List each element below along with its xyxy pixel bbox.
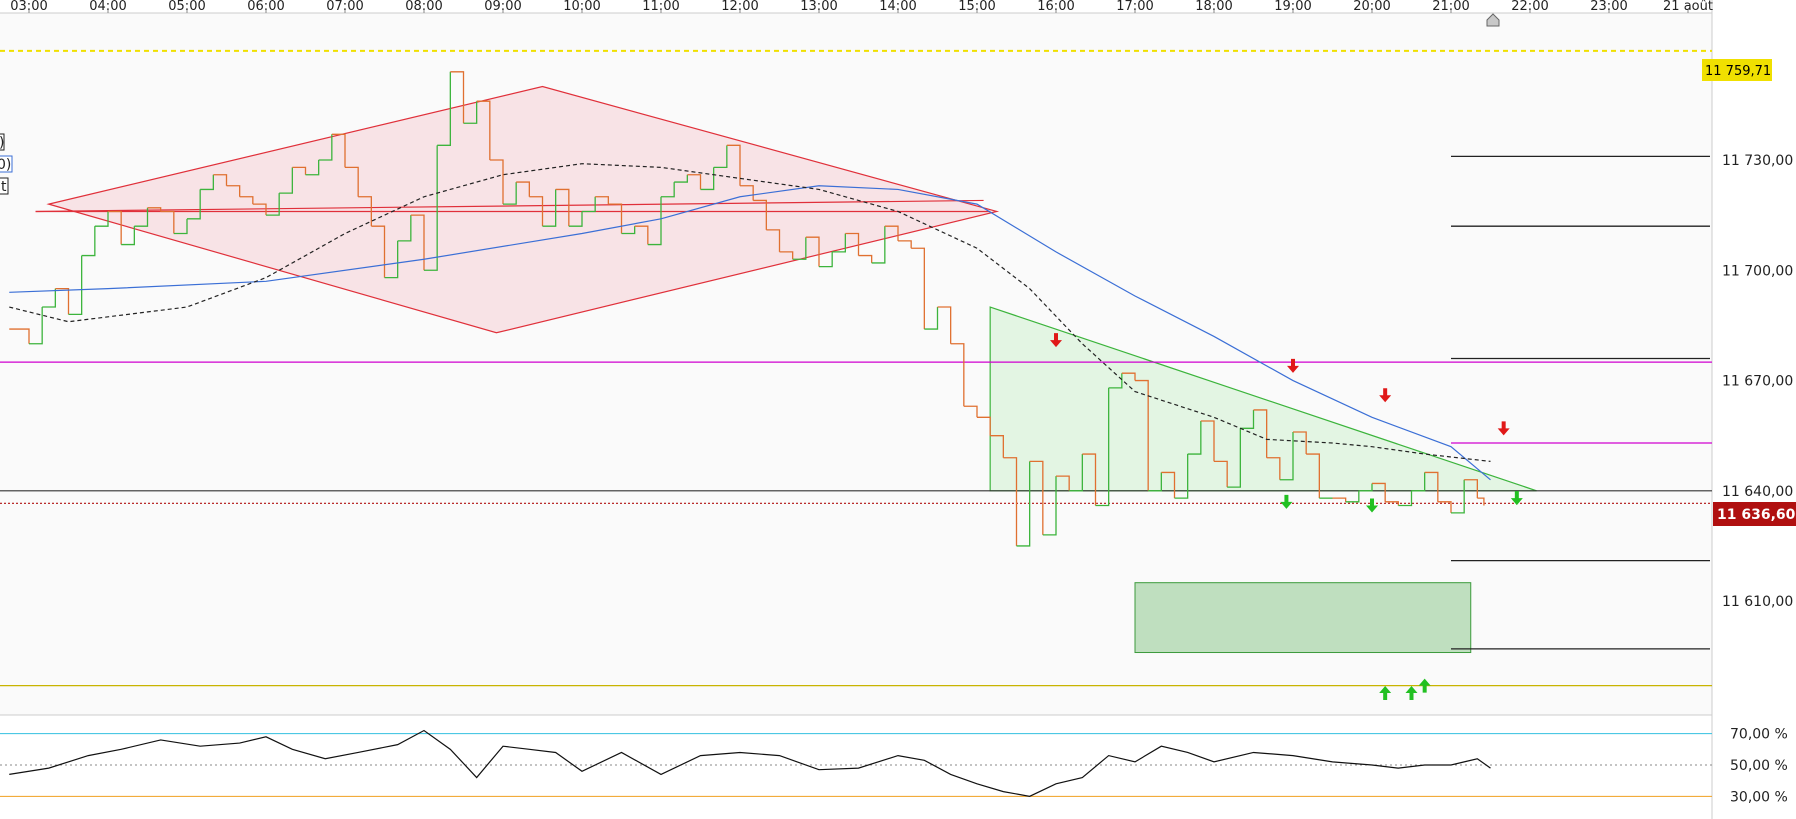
oscillator-tick-label: 70,00 %	[1730, 727, 1788, 743]
time-tick-label: 14:00	[879, 0, 916, 14]
time-tick-label: 16:00	[1037, 0, 1074, 14]
time-tick-label: 18:00	[1195, 0, 1232, 14]
right-axis-bg	[1712, 0, 1796, 819]
price-tick-label: 11 700,00	[1722, 263, 1793, 279]
time-tick-label: 12:00	[721, 0, 758, 14]
time-tick-label: 13:00	[800, 0, 837, 14]
time-tick-label: 21 août	[1663, 0, 1713, 14]
price-tick-label: 11 670,00	[1722, 374, 1793, 390]
high-level-label: 11 759,71	[1705, 64, 1771, 79]
time-tick-label: 09:00	[484, 0, 521, 14]
current-price-label: 11 636,60	[1717, 507, 1796, 523]
time-tick-label: 04:00	[89, 0, 126, 14]
high-level-badge: 11 759,71	[1702, 59, 1772, 81]
target-box	[1134, 582, 1472, 654]
time-tick-label: 17:00	[1116, 0, 1153, 14]
time-tick-label: 07:00	[326, 0, 363, 14]
current-price-badge: 11 636,60	[1713, 502, 1796, 526]
oscillator-tick-label: 30,00 %	[1730, 789, 1788, 805]
time-tick-label: 05:00	[168, 0, 205, 14]
time-tick-label: 11:00	[642, 0, 679, 14]
price-tick-label: 11 640,00	[1722, 484, 1793, 500]
oscillator-panel: 70,00 % 50,00 % 30,00 %	[0, 727, 1788, 805]
time-tick-label: 10:00	[563, 0, 600, 14]
legend-item-1[interactable]: )	[0, 135, 4, 151]
oscillator-tick-label: 50,00 %	[1730, 758, 1788, 774]
price-tick-label: 11 610,00	[1722, 594, 1793, 610]
time-tick-label: 06:00	[247, 0, 284, 14]
time-tick-label: 08:00	[405, 0, 442, 14]
time-tick-label: 15:00	[958, 0, 995, 14]
time-tick-label: 19:00	[1274, 0, 1311, 14]
time-tick-label: 03:00	[10, 0, 47, 14]
oscillator-line	[9, 729, 1491, 797]
time-tick-label: 20:00	[1353, 0, 1390, 14]
legend-item-2[interactable]: 0)	[0, 157, 11, 173]
time-tick-label: 21:00	[1432, 0, 1469, 14]
time-tick-label: 23:00	[1590, 0, 1627, 14]
time-axis: 03:00 04:00 05:00 06:00 07:00 08:00 09:00 10:00…	[10, 0, 1713, 14]
price-tick-label: 11 730,00	[1722, 153, 1793, 169]
legend-item-3[interactable]: t	[1, 179, 7, 195]
time-tick-label: 22:00	[1511, 0, 1548, 14]
price-chart: 03:00 04:00 05:00 06:00 07:00 08:00 09:00 10:00…	[0, 0, 1796, 819]
